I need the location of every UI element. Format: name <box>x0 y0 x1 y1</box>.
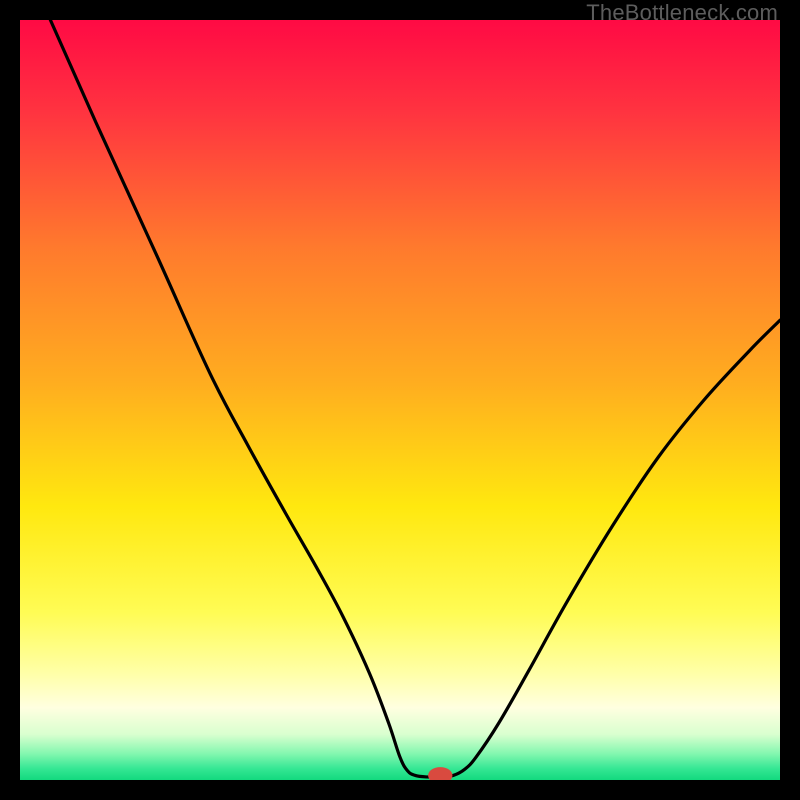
gradient-background <box>20 20 780 780</box>
chart-plot-area <box>20 20 780 780</box>
watermark-text: TheBottleneck.com <box>586 0 778 26</box>
bottleneck-chart <box>20 20 780 780</box>
